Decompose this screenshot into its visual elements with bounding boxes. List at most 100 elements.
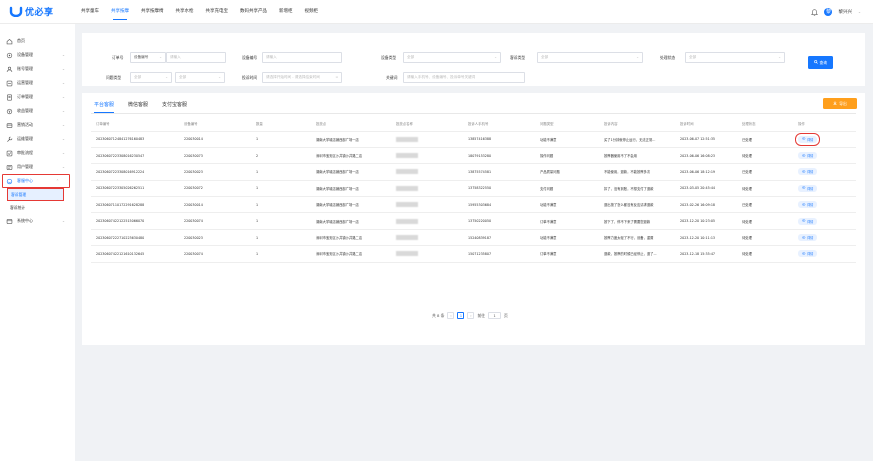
top-nav-item[interactable]: 新增柜 (273, 0, 299, 24)
eye-icon (802, 235, 806, 240)
bell-icon[interactable] (811, 8, 819, 16)
detail-button[interactable]: 详情 (794, 132, 821, 146)
goto-page-input[interactable]: 1 (488, 312, 502, 319)
top-nav-item[interactable]: 共享按摩 (105, 0, 135, 24)
top-nav-item[interactable]: 共享按摩椅 (135, 0, 170, 24)
question-subtype-select[interactable]: 全部 ⌄ (175, 72, 225, 83)
cell-status: 已处理 (737, 196, 793, 214)
logo[interactable]: 优必享 (0, 5, 75, 18)
detail-button-label: 详情 (807, 203, 814, 208)
table-body: 20230607124841276160483 220030014 1 湖南大学城店铺… (91, 131, 856, 263)
cell-order: 20230607124841276160483 (91, 131, 179, 148)
detail-button[interactable]: 详情 (798, 168, 818, 176)
action-cell: 详情 (793, 196, 856, 214)
sidebar-item[interactable]: 审批流程 ⌄ (0, 146, 75, 160)
goto-suffix: 页 (504, 312, 508, 318)
sidebar-item[interactable]: 收益管理 ⌄ (0, 104, 75, 118)
sidebar-item[interactable]: 设备管理 ⌄ (0, 48, 75, 62)
cell-content: 扣了，没有到账，不想支付了退款 (599, 180, 675, 198)
cell-device: 220030014 (179, 131, 251, 148)
detail-button[interactable]: 详情 (798, 152, 818, 160)
cell-site: 湖南大学城店铺西部广场一店 (311, 131, 391, 148)
top-nav-item[interactable]: 共享水枪 (170, 0, 200, 24)
tab[interactable]: 平台客服 (94, 99, 115, 113)
time-range-picker[interactable]: 请选择开始时间 - 请选择结束时间 ▫ (262, 72, 342, 83)
cell-order: 20230607422122515066070 (91, 212, 179, 230)
order-icon (6, 94, 13, 101)
sidebar-item[interactable]: 订单管理 ⌄ (0, 90, 75, 104)
order-type-select[interactable]: 设备编号 ⌄ (130, 52, 166, 63)
sidebar-item[interactable]: 运维管理 ⌄ (0, 132, 75, 146)
sidebar-item[interactable]: 客服中心 ⌃ (2, 174, 70, 188)
top-nav-item[interactable]: 共享童车 (75, 0, 105, 24)
cell-site: 湖南大学城店铺西部广场一店 (311, 196, 391, 214)
prev-page-button[interactable]: ‹ (447, 312, 455, 319)
sidebar-item[interactable]: 运营管理 ⌄ (0, 76, 75, 90)
column-header: 投诉时间 (675, 117, 737, 132)
cell-qty: 2 (251, 147, 311, 165)
sidebar-item-label: 设备管理 (17, 52, 33, 57)
complaint-type-select[interactable]: 全部 ⌄ (537, 52, 643, 63)
tab[interactable]: 支付宝客服 (162, 99, 187, 113)
top-nav-item[interactable]: 视频柜 (299, 0, 325, 24)
sidebar-item-label: 收益管理 (17, 108, 33, 113)
sidebar-item[interactable]: 账号管理 ⌄ (0, 62, 75, 76)
cell-qty: 1 (251, 163, 311, 181)
sidebar-subitem[interactable]: 客诉统计 (0, 201, 75, 214)
keyword-label: 关键词 (386, 75, 398, 80)
cell-status: 已处理 (737, 131, 793, 148)
detail-button[interactable]: 详情 (798, 250, 818, 258)
channel-select[interactable]: 全部 ⌄ (403, 52, 501, 63)
eye-icon (802, 137, 806, 141)
sidebar-subitem[interactable]: 客诉管理 (7, 188, 64, 201)
chevron-down-icon: ⌄ (61, 53, 65, 57)
order-no-input[interactable]: 请输入 (166, 52, 226, 63)
sidebar-item[interactable]: 用户管理 ⌄ (0, 160, 75, 174)
sidebar-item[interactable]: 系统中心 ⌄ (0, 214, 75, 228)
redacted-site-name (396, 169, 418, 175)
chevron-down-icon[interactable]: ⌄ (858, 10, 861, 14)
handle-status-select[interactable]: 全部 ⌄ (685, 52, 785, 63)
export-button-label: 导出 (839, 100, 847, 106)
top-nav-item[interactable]: 数码共享产品 (234, 0, 273, 24)
search-button[interactable]: 查询 (808, 56, 833, 69)
cell-time: 2023-02-26 16:09:18 (675, 196, 737, 214)
export-button[interactable]: 导出 (823, 98, 857, 109)
top-nav: 共享童车 共享按摩 共享按摩椅 共享水枪 共享充电宝 数码共享产品 新增柜 视频柜 (75, 0, 324, 24)
column-header: 问题类型 (535, 117, 599, 132)
complaint-type-label: 客诉类型 (510, 55, 526, 60)
cell-site: 湖南大学城店铺西部广场一店 (311, 163, 391, 181)
eye-icon (802, 252, 806, 256)
channel-label: 设备类型 (381, 55, 397, 60)
question-type-select[interactable]: 全部 ⌄ (130, 72, 172, 83)
detail-button[interactable]: 详情 (798, 217, 818, 225)
customer-icon (6, 164, 13, 171)
sidebar-item[interactable]: 首页 (0, 34, 75, 48)
avatar[interactable]: 黎 (824, 8, 833, 16)
detail-button[interactable]: 详情 (798, 234, 818, 242)
top-nav-item[interactable]: 共享充电宝 (200, 0, 235, 24)
channel-select-value: 全部 (407, 55, 415, 59)
cell-content: 不能使用，退款，不能按摩多次 (599, 163, 675, 181)
home-icon (6, 38, 13, 45)
sidebar-item[interactable]: 营销活动 ⌄ (0, 118, 75, 132)
column-header: 处理状态 (737, 117, 793, 132)
tab[interactable]: 微信客服 (128, 99, 148, 113)
user-name[interactable]: 黎兴兴 (838, 9, 852, 15)
question-type-label: 问题类型 (106, 75, 122, 80)
operation-icon (6, 80, 13, 87)
detail-button[interactable]: 详情 (798, 184, 818, 192)
next-page-button[interactable]: › (467, 312, 475, 319)
cell-order: 20230607223308016230547 (91, 147, 179, 165)
detail-button-label: 详情 (807, 219, 814, 224)
page-number-current[interactable]: 1 (457, 312, 465, 319)
detail-button[interactable]: 详情 (798, 201, 818, 209)
sidebar-item-label: 账号管理 (17, 66, 33, 71)
keyword-input[interactable]: 请输入手机号、设备编号、投诉单号关键词 (403, 72, 525, 83)
cell-qty: 1 (251, 196, 311, 214)
site-name-cell (391, 147, 463, 165)
cell-site: 湖南大学城店铺西部广场一店 (311, 212, 391, 230)
cell-status: 待处理 (737, 212, 793, 230)
calendar-icon: ▫ (335, 75, 338, 79)
device-no-input[interactable]: 请输入 (262, 52, 342, 63)
